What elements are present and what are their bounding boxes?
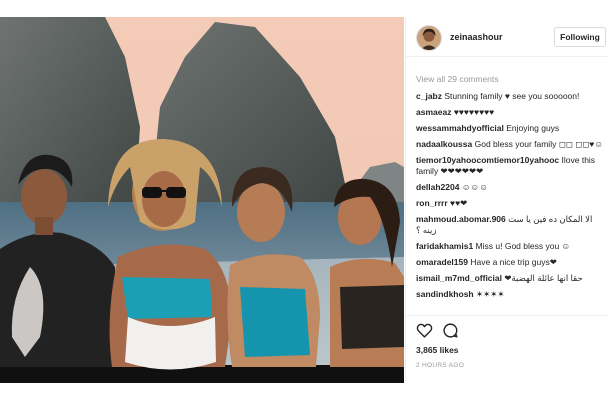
comment-text: حقا انها عائلة الهضبة❤ xyxy=(504,273,583,283)
comment: mahmoud.abomar.906 الا المكان ده فين يا … xyxy=(416,214,606,236)
comment-text: ☺☺☺ xyxy=(461,182,488,192)
comments-list: View all 29 comments c_jabz Stunning fam… xyxy=(416,73,606,305)
heart-icon[interactable] xyxy=(416,322,433,339)
comment: c_jabz Stunning family ♥ see you sooooon… xyxy=(416,91,606,102)
post-timestamp[interactable]: 2 HOURS AGO xyxy=(416,362,464,369)
comment: faridakhamis1 Miss u! God bless you ☺ xyxy=(416,241,606,252)
comment-username[interactable]: c_jabz xyxy=(416,91,442,101)
view-all-comments-link[interactable]: View all 29 comments xyxy=(416,73,606,85)
comment-username[interactable]: faridakhamis1 xyxy=(416,241,473,251)
comment-text: Have a nice trip guys❤ xyxy=(470,257,557,267)
comment-text: ✶✶✶✶ xyxy=(476,289,505,299)
profile-avatar-icon xyxy=(417,26,441,50)
comment-text: ♥♥❤ xyxy=(450,198,468,208)
comment-icon[interactable] xyxy=(442,322,459,339)
likes-count[interactable]: 3,865 likes xyxy=(416,345,459,355)
comment-text: Enjoying guys xyxy=(506,123,560,133)
post-details-panel: zeinaashour Following View all 29 commen… xyxy=(405,17,608,383)
comment: asmaeaz ♥♥♥♥♥♥♥♥ xyxy=(416,107,606,118)
comment-username[interactable]: wessammahdyofficial xyxy=(416,123,504,133)
comment-username[interactable]: asmaeaz xyxy=(416,107,451,117)
post-author-username[interactable]: zeinaashour xyxy=(450,32,503,42)
comment-text: Miss u! God bless you ☺ xyxy=(475,241,571,251)
comment: nadaalkoussa God bless your family ◻◻ ◻◻… xyxy=(416,139,606,150)
comment-username[interactable]: ron_rrrr xyxy=(416,198,448,208)
comment-username[interactable]: nadaalkoussa xyxy=(416,139,472,149)
post-photo[interactable] xyxy=(0,17,404,383)
comment-username[interactable]: omaradel159 xyxy=(416,257,468,267)
comment-username[interactable]: dellah2204 xyxy=(416,182,459,192)
comment-username[interactable]: tiemor10yahoocomtiemor10yahooc xyxy=(416,155,559,165)
post-image xyxy=(0,17,404,383)
comment-text: ♥♥♥♥♥♥♥♥ xyxy=(453,107,495,117)
comment: omaradel159 Have a nice trip guys❤ xyxy=(416,257,606,268)
comment: tiemor10yahoocomtiemor10yahooc Ilove thi… xyxy=(416,155,606,177)
comment-username[interactable]: sandindkhosh xyxy=(416,289,474,299)
following-button[interactable]: Following xyxy=(554,27,606,47)
avatar[interactable] xyxy=(416,25,442,51)
comment-username[interactable]: ismail_m7md_official xyxy=(416,273,502,283)
comment-text: God bless your family ◻◻ ◻◻♥☺ xyxy=(474,139,604,149)
post-header: zeinaashour Following xyxy=(406,17,608,57)
comment-username[interactable]: mahmoud.abomar.906 xyxy=(416,214,506,224)
comment: wessammahdyofficial Enjoying guys xyxy=(416,123,606,134)
comment-text: Stunning family ♥ see you sooooon! xyxy=(444,91,580,101)
comment: dellah2204 ☺☺☺ xyxy=(416,182,606,193)
comment: ismail_m7md_official حقا انها عائلة الهض… xyxy=(416,273,606,284)
actions-divider xyxy=(406,315,608,316)
comment: sandindkhosh ✶✶✶✶ xyxy=(416,289,606,300)
post-actions xyxy=(416,322,476,340)
comment: ron_rrrr ♥♥❤ xyxy=(416,198,606,209)
